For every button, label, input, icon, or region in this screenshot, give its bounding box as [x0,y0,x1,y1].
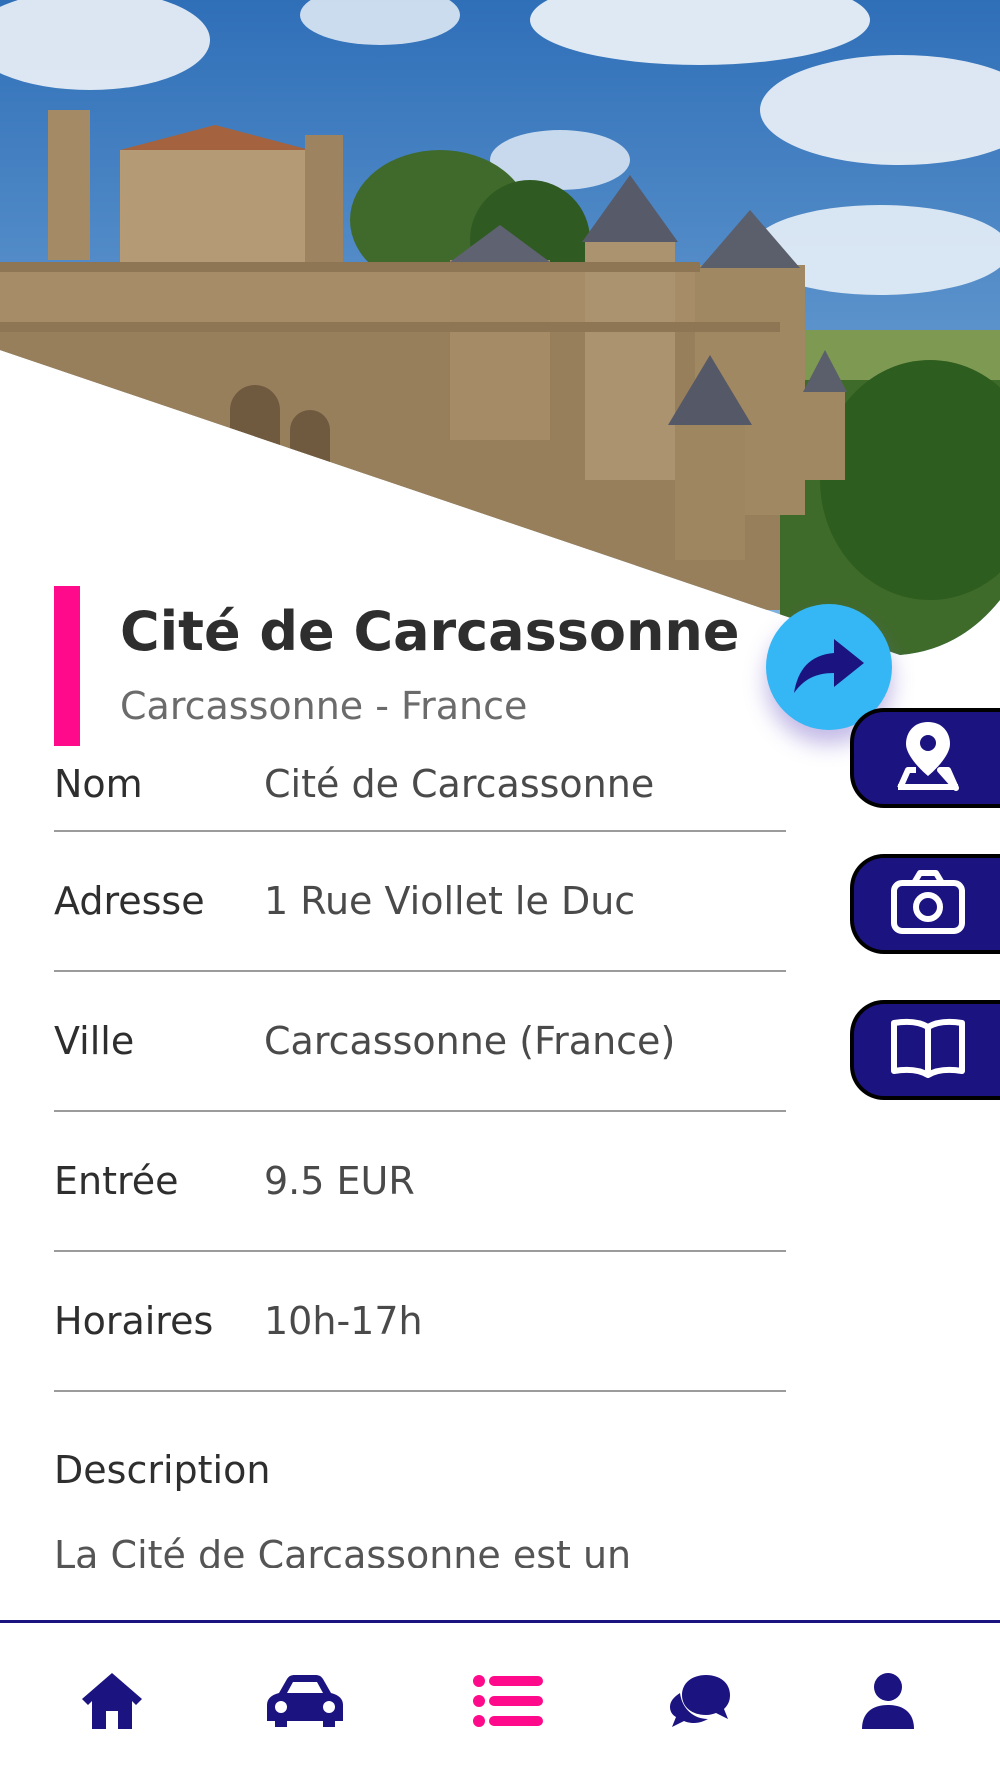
user-icon [860,1671,916,1735]
hero-image [0,0,1000,680]
detail-value: 10h-17h [264,1299,423,1343]
detail-label: Adresse [54,879,205,923]
description-text: La Cité de Carcassonne est un [54,1533,632,1568]
list-icon [473,1675,543,1731]
bottom-nav [0,1620,1000,1781]
detail-row-ville: Ville Carcassonne (France) [54,972,786,1112]
place-title: Cité de Carcassonne [120,600,740,663]
detail-row-adresse: Adresse 1 Rue Viollet le Duc [54,832,786,972]
camera-tab-button[interactable] [850,854,1000,954]
detail-row-entree: Entrée 9.5 EUR [54,1112,786,1252]
detail-value: Carcassonne (France) [264,1019,676,1063]
detail-label: Entrée [54,1159,179,1203]
car-icon [265,1673,345,1733]
map-tab-button[interactable] [850,708,1000,808]
nav-car[interactable] [255,1663,355,1743]
description-label: Description [54,1448,271,1492]
home-icon [80,1671,144,1735]
detail-row-nom: Nom Cité de Carcassonne [54,716,786,832]
detail-label: Nom [54,762,143,806]
detail-label: Ville [54,1019,135,1063]
detail-value: 9.5 EUR [264,1159,415,1203]
nav-home[interactable] [62,1663,162,1743]
camera-icon [890,869,966,939]
chat-icon [668,1671,732,1735]
share-arrow-icon [792,635,866,699]
description-scroll[interactable]: La Cité de Carcassonne est un [54,1530,794,1568]
detail-value: 1 Rue Viollet le Duc [264,879,636,923]
detail-row-horaires: Horaires 10h-17h [54,1252,786,1392]
nav-list[interactable] [458,1663,558,1743]
nav-profile[interactable] [838,1663,938,1743]
guide-tab-button[interactable] [850,1000,1000,1100]
details-table: Nom Cité de Carcassonne Adresse 1 Rue Vi… [54,716,786,1392]
nav-chat[interactable] [650,1663,750,1743]
detail-label: Horaires [54,1299,214,1343]
detail-value: Cité de Carcassonne [264,762,655,806]
map-pin-icon [890,718,966,798]
book-icon [890,1015,966,1085]
